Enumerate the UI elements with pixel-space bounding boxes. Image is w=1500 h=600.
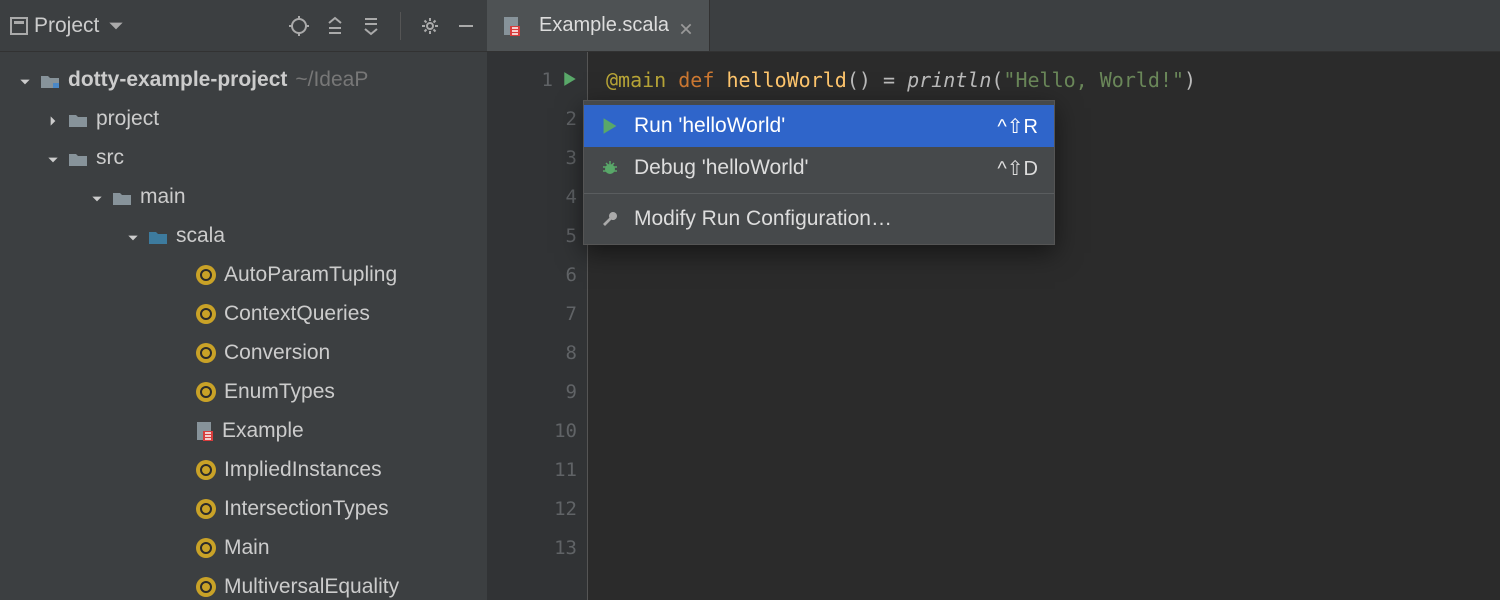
tree-file-label: Conversion [224,341,330,365]
gear-icon[interactable] [419,15,441,37]
minimize-icon[interactable] [455,15,477,37]
tree-folder-project[interactable]: project [0,99,487,138]
tree-folder-src[interactable]: src [0,138,487,177]
folder-icon [68,150,88,166]
run-gutter-icon[interactable] [563,68,577,92]
project-tree: dotty-example-project ~/IdeaP project sr… [0,52,487,600]
chevron-down-icon [126,228,142,244]
tree-label: src [96,146,124,170]
toolbar-divider [400,12,401,40]
tab-example[interactable]: Example.scala [487,0,710,51]
folder-icon [112,189,132,205]
scala-class-icon [196,499,216,519]
expand-all-icon[interactable] [324,15,346,37]
menu-run-label: Run 'helloWorld' [634,114,983,138]
scala-class-icon [196,304,216,324]
project-toolbar: Project [0,0,487,52]
chevron-right-icon [46,111,62,127]
line-number: 4 [553,186,577,208]
chevron-down-icon [90,189,106,205]
tree-file[interactable]: IntersectionTypes [0,489,487,528]
wrench-icon [600,209,620,229]
tree-file-label: EnumTypes [224,380,335,404]
tree-file[interactable]: ContextQueries [0,294,487,333]
collapse-all-icon[interactable] [360,15,382,37]
tree-label: scala [176,224,225,248]
tree-file[interactable]: EnumTypes [0,372,487,411]
tree-file-label: IntersectionTypes [224,497,389,521]
line-number: 6 [553,264,577,286]
tree-root[interactable]: dotty-example-project ~/IdeaP [0,60,487,99]
dropdown-icon[interactable] [105,15,127,37]
tree-file[interactable]: AutoParamTupling [0,255,487,294]
scala-class-icon [196,343,216,363]
module-folder-icon [40,72,60,88]
menu-run-shortcut: ^⇧R [997,114,1038,139]
line-number: 11 [553,459,577,481]
tree-file-example[interactable]: Example [0,411,487,450]
chevron-down-icon [46,150,62,166]
scala-class-icon [196,538,216,558]
tree-file-label: ContextQueries [224,302,370,326]
menu-modify[interactable]: Modify Run Configuration… [584,198,1054,240]
menu-separator [584,193,1054,194]
project-window-icon [10,17,28,35]
tree-file[interactable]: Conversion [0,333,487,372]
line-number: 13 [553,537,577,559]
bug-icon [600,158,620,178]
tree-label: project [96,107,159,131]
line-number: 9 [553,381,577,403]
tree-root-label: dotty-example-project [68,68,287,92]
play-icon [600,116,620,136]
tree-file-label: AutoParamTupling [224,263,397,287]
menu-modify-label: Modify Run Configuration… [634,207,1038,231]
tree-file-label: ImpliedInstances [224,458,382,482]
tree-folder-scala[interactable]: scala [0,216,487,255]
tab-bar: Example.scala [487,0,1500,52]
editor-area: Example.scala 1 2 3 4 5 6 7 8 9 10 11 12… [487,0,1500,600]
line-number: 5 [553,225,577,247]
line-number: 8 [553,342,577,364]
tree-file[interactable]: Main [0,528,487,567]
folder-icon [68,111,88,127]
tree-root-hint: ~/IdeaP [295,68,368,92]
scala-class-icon [196,382,216,402]
target-icon[interactable] [288,15,310,37]
line-number: 2 [553,108,577,130]
tree-file-label: Example [222,419,304,443]
gutter: 1 2 3 4 5 6 7 8 9 10 11 12 13 [487,52,587,600]
project-label[interactable]: Project [34,14,99,38]
line-number: 10 [553,420,577,442]
tree-file[interactable]: ImpliedInstances [0,450,487,489]
line-number: 7 [553,303,577,325]
project-sidebar: Project [0,0,487,600]
scala-file-icon [503,16,521,36]
scala-class-icon [196,577,216,597]
tab-label: Example.scala [539,14,669,37]
close-icon[interactable] [679,19,693,33]
scala-class-icon [196,265,216,285]
menu-debug[interactable]: Debug 'helloWorld' ^⇧D [584,147,1054,189]
chevron-down-icon [18,72,34,88]
line-number: 12 [553,498,577,520]
tree-file[interactable]: MultiversalEquality [0,567,487,600]
line-number: 1 [529,69,553,91]
menu-debug-label: Debug 'helloWorld' [634,156,983,180]
tree-label: main [140,185,186,209]
menu-debug-shortcut: ^⇧D [997,156,1038,181]
code-line-1: @main def helloWorld() = println("Hello,… [606,60,1500,99]
source-folder-icon [148,228,168,244]
tree-file-label: MultiversalEquality [224,575,399,599]
menu-run[interactable]: Run 'helloWorld' ^⇧R [584,105,1054,147]
line-number: 3 [553,147,577,169]
tree-folder-main[interactable]: main [0,177,487,216]
context-menu: Run 'helloWorld' ^⇧R Debug 'helloWorld' … [583,100,1055,245]
tree-file-label: Main [224,536,270,560]
scala-file-icon [196,421,214,441]
scala-class-icon [196,460,216,480]
